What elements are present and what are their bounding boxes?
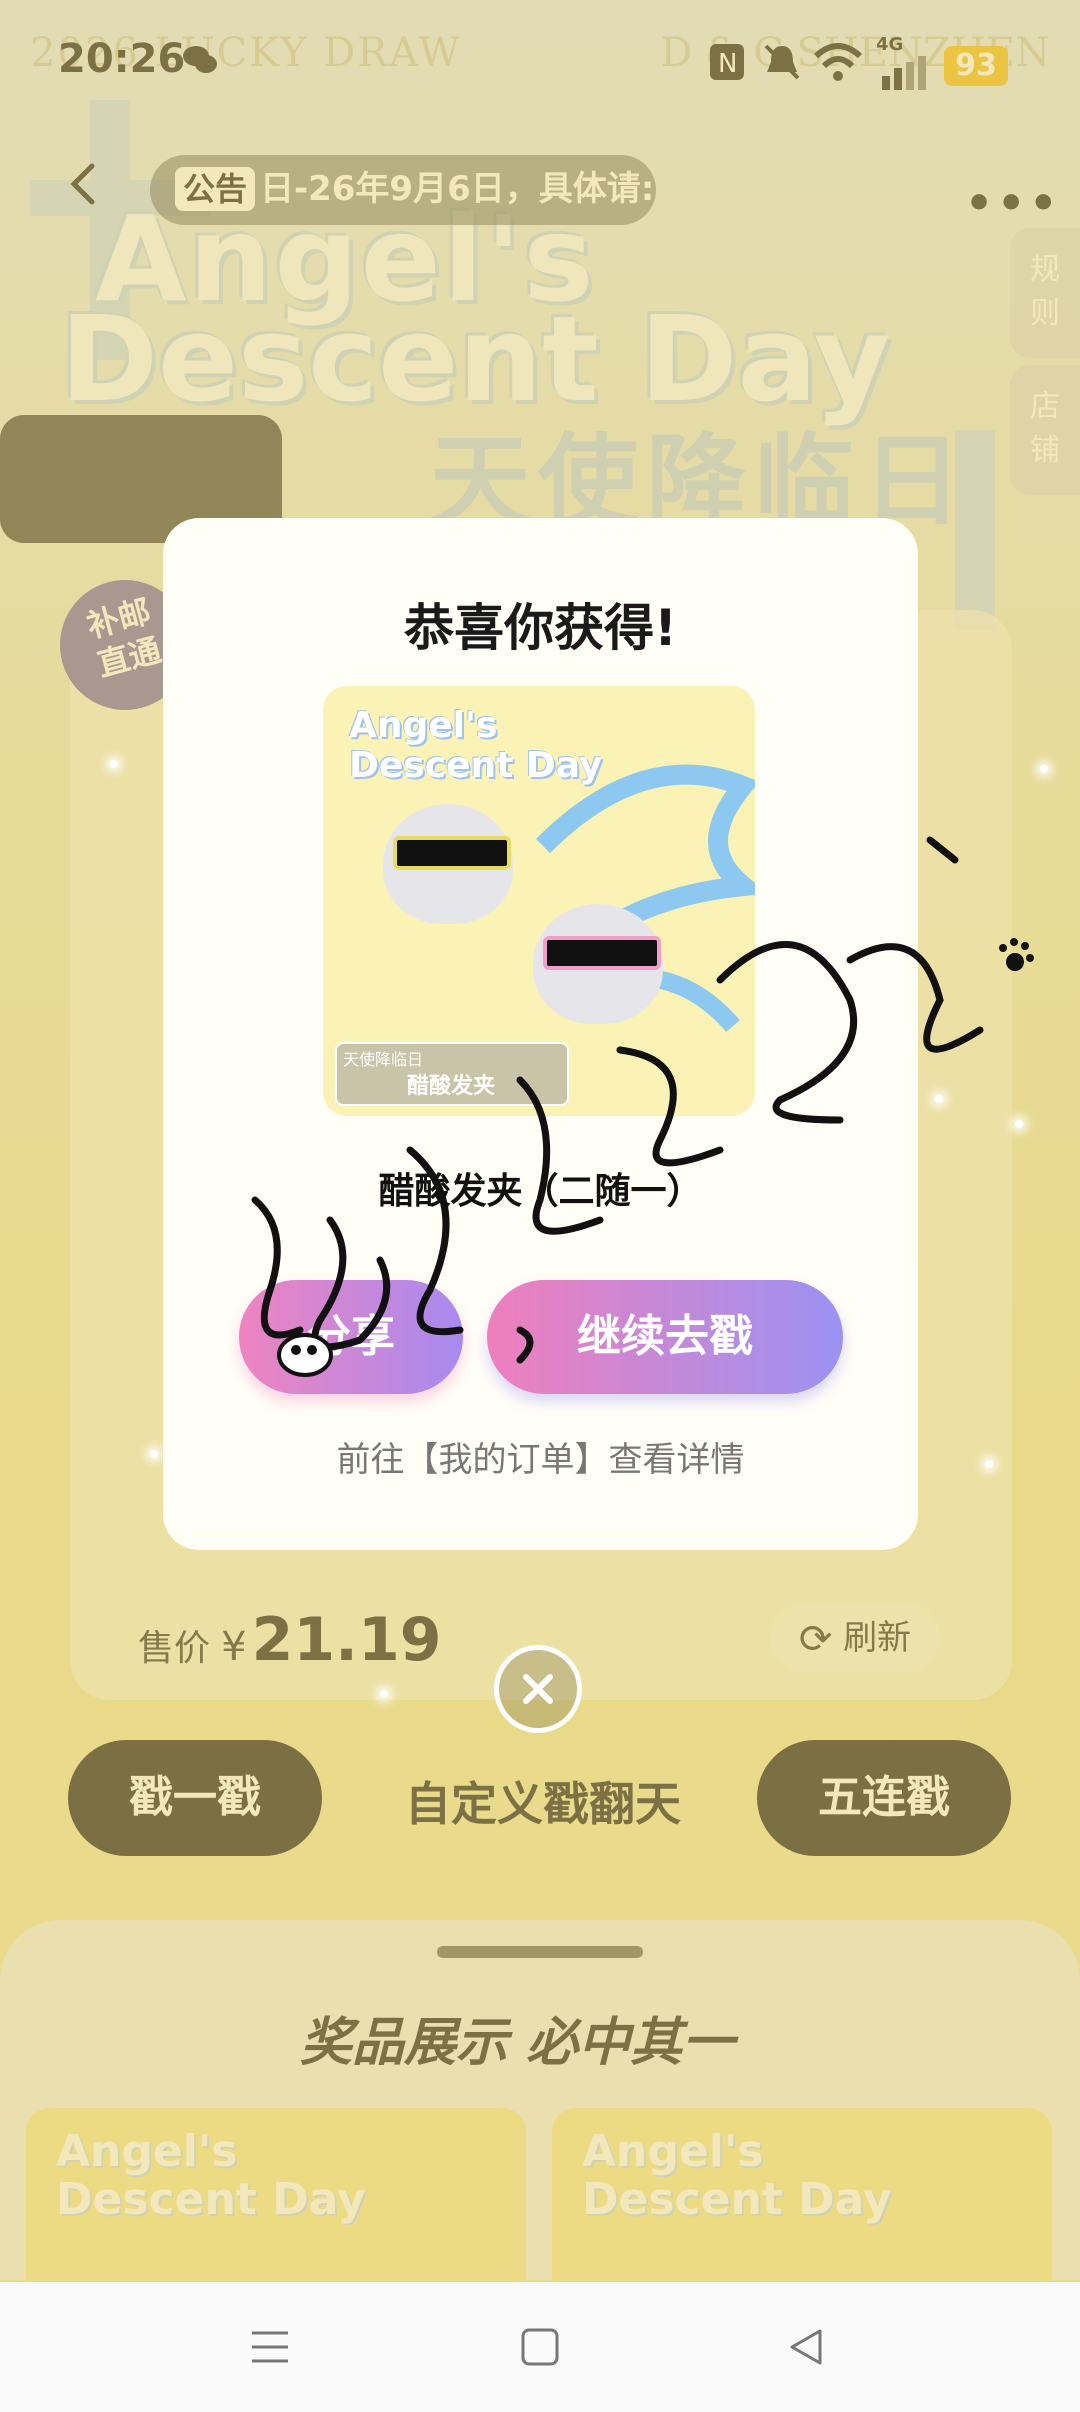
prize-name: 醋酸发夹（二随一） xyxy=(378,1171,703,1212)
prize-result-modal: 恭喜你获得! Angel's Descent Day 天使降临日 醋酸发夹 醋酸… xyxy=(163,518,918,1550)
sunglasses-yellow xyxy=(393,836,511,870)
sparkle xyxy=(380,1690,388,1698)
system-nav-bar xyxy=(0,2282,1080,2412)
sparkle xyxy=(110,760,118,768)
close-x-glyph xyxy=(523,1674,553,1704)
modal-title: 恭喜你获得! xyxy=(404,599,677,657)
prize-image-logo-line1: Angel's xyxy=(349,705,498,746)
sparkle xyxy=(1040,765,1048,773)
close-icon[interactable] xyxy=(494,1645,582,1733)
sparkle xyxy=(1015,1120,1023,1128)
product-tag: 天使降临日 醋酸发夹 xyxy=(335,1042,569,1106)
menu-icon[interactable] xyxy=(250,2327,290,2367)
product-tag-series: 天使降临日 xyxy=(343,1050,424,1069)
sunglasses-pink xyxy=(543,936,661,970)
prize-image-logo-line2: Descent Day xyxy=(349,745,603,786)
product-tag-name: 醋酸发夹 xyxy=(407,1074,496,1099)
home-square-icon[interactable] xyxy=(520,2327,560,2367)
sparkle xyxy=(985,1460,993,1468)
sparkle xyxy=(935,1095,943,1103)
sparkle xyxy=(150,1450,158,1458)
continue-draw-button[interactable]: 继续去戳 xyxy=(487,1280,843,1394)
prize-image-logo: Angel's Descent Day xyxy=(349,706,602,786)
app-screen: Angel's Descent Day 天使降临日 2026 LUCKY DRA… xyxy=(0,0,1080,2412)
prize-image: Angel's Descent Day 天使降临日 醋酸发夹 xyxy=(323,686,755,1116)
my-orders-link[interactable]: 前往【我的订单】查看详情 xyxy=(163,1432,918,1481)
back-triangle-icon[interactable] xyxy=(786,2327,826,2367)
share-button[interactable]: 分享 xyxy=(239,1280,463,1394)
